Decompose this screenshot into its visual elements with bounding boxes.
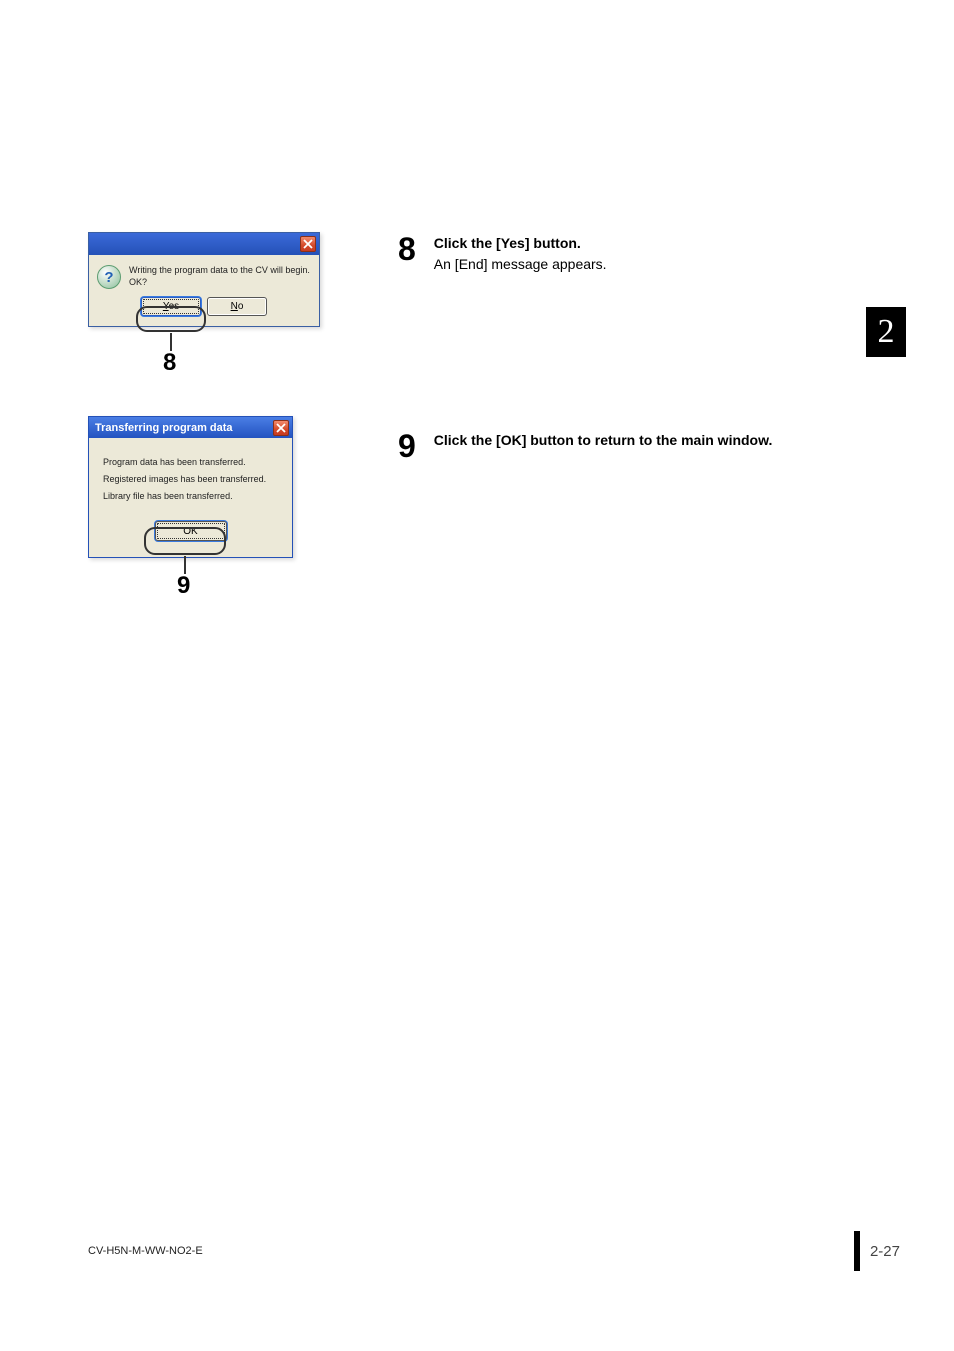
- confirm-msg-line1: Writing the program data to the CV will …: [129, 265, 310, 277]
- transfer-line2: Registered images has been transferred.: [103, 471, 282, 488]
- step-9-text: Click the [OK] button to return to the m…: [434, 430, 773, 451]
- footer-bar: [854, 1231, 860, 1271]
- step-9: 9 Click the [OK] button to return to the…: [398, 430, 772, 462]
- step-8: 8 Click the [Yes] button. An [End] messa…: [398, 233, 607, 275]
- chapter-tab: 2: [866, 307, 906, 357]
- close-button[interactable]: [273, 420, 289, 436]
- close-icon: [303, 239, 313, 249]
- no-button[interactable]: No: [207, 297, 267, 316]
- step-8-number: 8: [398, 233, 416, 265]
- callout-ring-9: [144, 527, 226, 555]
- confirm-message: Writing the program data to the CV will …: [129, 265, 310, 289]
- page-number: 2-27: [870, 1243, 900, 1260]
- transfer-line3: Library file has been transferred.: [103, 488, 282, 505]
- close-icon: [276, 423, 286, 433]
- step-8-desc: An [End] message appears.: [434, 254, 607, 275]
- transfer-dialog-titlebar: Transferring program data: [89, 417, 292, 438]
- footer: CV-H5N-M-WW-NO2-E 2-27: [88, 1231, 900, 1271]
- close-button[interactable]: [300, 236, 316, 252]
- confirm-msg-line2: OK?: [129, 277, 310, 289]
- question-icon: ?: [97, 265, 121, 289]
- footer-code: CV-H5N-M-WW-NO2-E: [88, 1245, 203, 1257]
- transfer-line1: Program data has been transferred.: [103, 454, 282, 471]
- callout-number-8: 8: [163, 349, 176, 377]
- transfer-body: Program data has been transferred. Regis…: [89, 438, 292, 513]
- callout-number-9: 9: [177, 572, 190, 600]
- step-9-number: 9: [398, 430, 416, 462]
- step-8-title: Click the [Yes] button.: [434, 233, 607, 254]
- callout-ring-8: [136, 306, 206, 332]
- transfer-dialog-title: Transferring program data: [95, 422, 233, 434]
- step-8-text: Click the [Yes] button. An [End] message…: [434, 233, 607, 275]
- confirm-dialog-titlebar: [89, 233, 319, 255]
- step-9-title: Click the [OK] button to return to the m…: [434, 430, 773, 451]
